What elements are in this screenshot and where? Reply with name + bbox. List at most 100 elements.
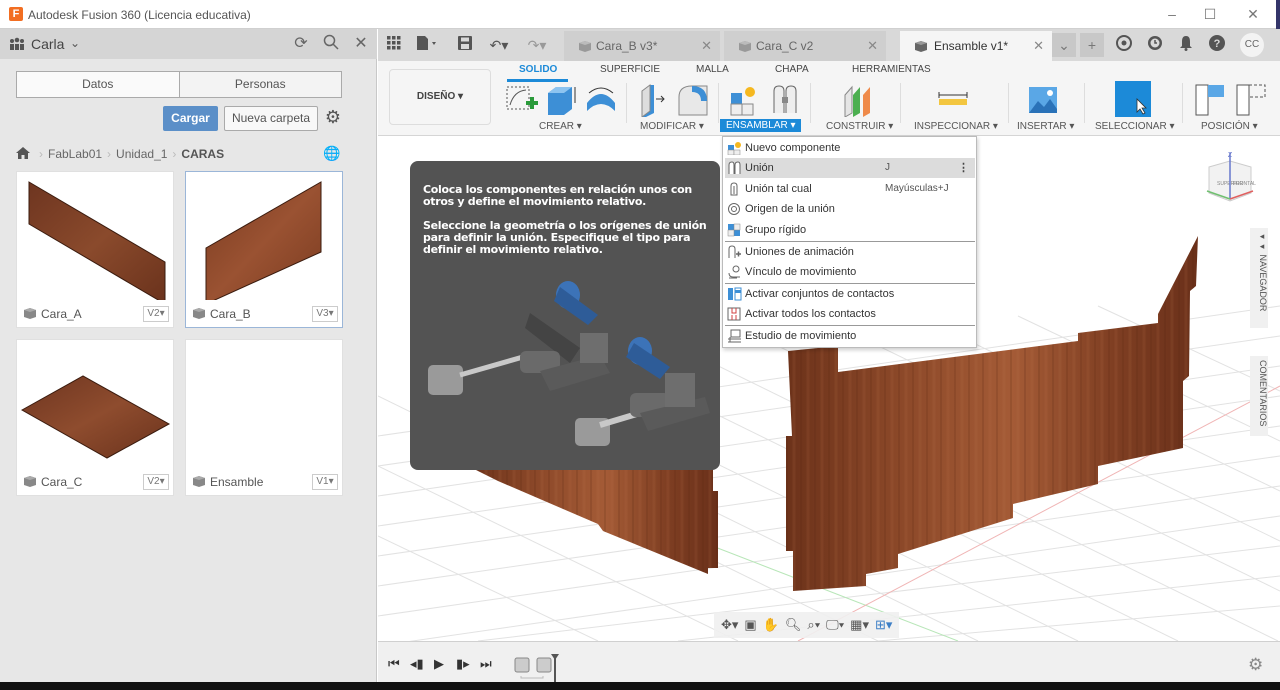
globe-share-icon[interactable]: 🌐 xyxy=(323,145,340,162)
insertar-menu[interactable]: INSERTAR ▾ xyxy=(1017,121,1074,132)
menu-item-union-tal-cual[interactable]: Unión tal cual Mayúsculas+J xyxy=(725,179,975,199)
minimize-button[interactable]: – xyxy=(1152,4,1192,24)
close-window-button[interactable]: ✕ xyxy=(1233,4,1273,24)
posicion-menu[interactable]: POSICIÓN ▾ xyxy=(1201,121,1258,132)
step-back-icon[interactable]: ◂▮ xyxy=(410,656,424,672)
revert-position-icon[interactable] xyxy=(1235,83,1267,117)
tab-cara-b[interactable]: Cara_B v3* ✕ xyxy=(564,31,720,61)
timeline-joint-feature[interactable] xyxy=(514,657,530,673)
comentarios-panel-tab[interactable]: COMENTARIOS xyxy=(1250,356,1268,436)
close-panel-icon[interactable]: ✕ xyxy=(351,34,371,54)
menu-item-origen-union[interactable]: Origen de la unión xyxy=(725,199,975,219)
tab-personas[interactable]: Personas xyxy=(180,72,342,97)
version-dropdown[interactable]: V2▾ xyxy=(143,474,169,490)
menu-item-union[interactable]: Unión J ⋮ xyxy=(725,158,975,178)
version-dropdown[interactable]: V1▾ xyxy=(312,474,338,490)
tab-cara-c[interactable]: Cara_C v2 ✕ xyxy=(724,31,886,61)
revolve-icon[interactable] xyxy=(584,83,618,117)
team-selector[interactable]: Carla xyxy=(31,36,64,52)
timeline-joint-feature[interactable] xyxy=(536,657,552,673)
close-tab-icon[interactable]: ✕ xyxy=(1033,38,1044,54)
maximize-button[interactable]: ☐ xyxy=(1190,4,1230,24)
select-icon[interactable] xyxy=(1115,81,1151,117)
tab-overflow-button[interactable]: ⌄ xyxy=(1052,33,1076,57)
gear-icon[interactable]: ⚙ xyxy=(323,107,343,129)
navegador-panel-tab[interactable]: ◂◂ NAVEGADOR xyxy=(1250,228,1268,328)
step-forward-icon[interactable]: ▮▸ xyxy=(456,656,470,672)
breadcrumb-unidad1[interactable]: Unidad_1 xyxy=(116,147,167,161)
new-tab-button[interactable]: + xyxy=(1080,33,1104,57)
file-card-cara-c[interactable]: Cara_C V2▾ xyxy=(16,339,174,496)
job-status-icon[interactable] xyxy=(1145,35,1165,55)
ribbon-tab-superficie[interactable]: SUPERFICIE xyxy=(600,64,660,75)
close-tab-icon[interactable]: ✕ xyxy=(867,38,878,54)
close-tab-icon[interactable]: ✕ xyxy=(701,38,712,54)
menu-item-nuevo-componente[interactable]: Nuevo componente xyxy=(725,138,975,158)
home-icon[interactable] xyxy=(16,146,30,162)
file-menu-icon[interactable] xyxy=(416,35,436,55)
construir-menu[interactable]: CONSTRUIR ▾ xyxy=(826,121,893,132)
breadcrumb-fablab01[interactable]: FabLab01 xyxy=(48,147,102,161)
fillet-icon[interactable] xyxy=(676,83,710,117)
ribbon-tab-malla[interactable]: MALLA xyxy=(696,64,729,75)
timeline-settings-gear-icon[interactable]: ⚙ xyxy=(1248,655,1263,675)
view-cube[interactable]: SUPERIOR FRONTAL Z xyxy=(1203,151,1257,209)
display-settings-icon[interactable]: 🖵▾ xyxy=(826,617,844,633)
press-pull-icon[interactable] xyxy=(636,83,670,117)
undo-icon[interactable]: ↶▾ xyxy=(486,35,512,55)
ribbon-tab-herramientas[interactable]: HERRAMIENTAS xyxy=(852,64,931,75)
go-to-end-icon[interactable]: ⏭ xyxy=(480,656,492,672)
tab-ensamble[interactable]: Ensamble v1* ✕ xyxy=(900,31,1052,61)
ensamblar-menu[interactable]: ENSAMBLAR ▾ xyxy=(720,119,802,132)
insert-image-icon[interactable] xyxy=(1026,83,1060,117)
play-icon[interactable]: ▶ xyxy=(434,656,444,672)
version-dropdown[interactable]: V2▾ xyxy=(143,306,169,322)
modificar-menu[interactable]: MODIFICAR ▾ xyxy=(640,121,704,132)
search-icon[interactable] xyxy=(321,34,341,54)
redo-icon[interactable]: ↷▾ xyxy=(524,35,550,55)
menu-item-grupo-rigido[interactable]: Grupo rígido xyxy=(725,220,975,240)
inspeccionar-menu[interactable]: INSPECCIONAR ▾ xyxy=(914,121,998,132)
menu-item-vinculo-movimiento[interactable]: Vínculo de movimiento xyxy=(725,262,975,282)
seleccionar-menu[interactable]: SELECCIONAR ▾ xyxy=(1095,121,1174,132)
file-card-cara-b[interactable]: Cara_B V3▾ xyxy=(185,171,343,328)
viewports-icon[interactable]: ⊞▾ xyxy=(875,617,892,633)
crear-menu[interactable]: CREAR ▾ xyxy=(539,121,582,132)
new-component-icon[interactable] xyxy=(728,83,762,117)
measure-icon[interactable] xyxy=(936,83,970,117)
help-icon[interactable]: ? xyxy=(1207,35,1227,55)
chevron-down-icon[interactable]: ⌄ xyxy=(70,36,80,50)
ribbon-tab-solido[interactable]: SOLIDO xyxy=(519,64,557,75)
file-card-cara-a[interactable]: Cara_A V2▾ xyxy=(16,171,174,328)
orbit-icon[interactable]: ✥▾ xyxy=(721,617,738,633)
new-folder-button[interactable]: Nueva carpeta xyxy=(224,106,318,131)
version-dropdown[interactable]: V3▾ xyxy=(312,306,338,322)
extensions-icon[interactable] xyxy=(1114,35,1134,55)
more-options-icon[interactable]: ⋮ xyxy=(958,158,969,178)
user-avatar[interactable]: CC xyxy=(1240,33,1264,57)
zoom-icon[interactable]: 🔍︎ xyxy=(785,617,802,633)
menu-item-activar-todos-contactos[interactable]: Activar todos los contactos xyxy=(725,304,975,324)
create-sketch-icon[interactable] xyxy=(504,83,538,117)
extrude-icon[interactable] xyxy=(544,83,578,117)
workspace-switcher[interactable]: DISEÑO ▾ xyxy=(389,69,491,125)
grid-settings-icon[interactable]: ▦▾ xyxy=(850,617,869,633)
capture-position-icon[interactable] xyxy=(1194,83,1226,117)
notifications-bell-icon[interactable] xyxy=(1176,35,1196,55)
menu-item-activar-conjuntos-contactos[interactable]: Activar conjuntos de contactos xyxy=(725,284,975,304)
joint-icon[interactable] xyxy=(768,83,802,117)
ribbon-tab-chapa[interactable]: CHAPA xyxy=(775,64,809,75)
fit-window-icon[interactable]: ⌕▾ xyxy=(807,617,820,633)
menu-item-uniones-animacion[interactable]: Uniones de animación xyxy=(725,242,975,262)
look-at-icon[interactable]: ▣ xyxy=(744,617,756,633)
file-card-ensamble[interactable]: Ensamble V1▾ xyxy=(185,339,343,496)
tab-datos[interactable]: Datos xyxy=(17,72,180,97)
go-to-start-icon[interactable]: ⏮ xyxy=(388,656,400,672)
menu-item-estudio-movimiento[interactable]: Estudio de movimiento xyxy=(725,326,975,346)
save-icon[interactable] xyxy=(455,35,475,55)
data-panel-grid-icon[interactable] xyxy=(384,35,404,55)
upload-button[interactable]: Cargar xyxy=(163,106,218,131)
offset-plane-icon[interactable] xyxy=(842,83,876,117)
refresh-icon[interactable]: ⟳ xyxy=(291,34,311,54)
pan-hand-icon[interactable]: ✋ xyxy=(763,617,779,633)
